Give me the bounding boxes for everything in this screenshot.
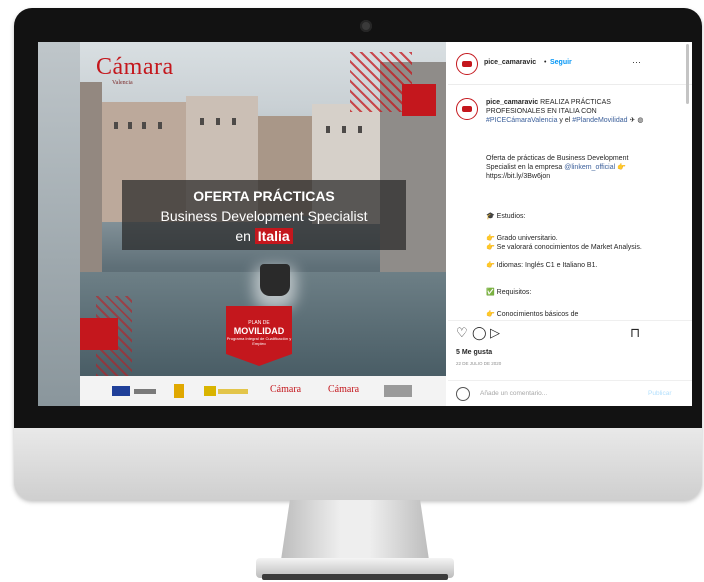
caption-line2: y el <box>557 117 573 124</box>
studies-item: 👉 Se valorará conocimientos de Market An… <box>486 244 642 251</box>
offer-text: Oferta de prácticas de Business Developm… <box>486 154 652 181</box>
share-icon[interactable]: ▷ <box>490 325 500 341</box>
bookmark-icon[interactable]: ⊓ <box>630 325 640 341</box>
mention-link[interactable]: @linkem_official <box>564 164 615 171</box>
scrollbar[interactable] <box>686 44 689 104</box>
requirements-title: ✅ Requisitos: <box>486 289 532 296</box>
separator-dot: • <box>544 59 547 66</box>
requirements-item: 👉 Conocimientos básicos de <box>486 311 579 318</box>
window <box>326 126 330 133</box>
sponsor-logo <box>134 389 156 394</box>
window <box>342 126 346 133</box>
likes-count[interactable]: 5 Me gusta <box>456 349 492 356</box>
monitor-stand-shadow <box>262 574 448 580</box>
follow-button[interactable]: Seguir <box>550 59 572 66</box>
sponsor-logos-strip: Cámara Cámara <box>80 376 446 406</box>
window <box>128 122 132 129</box>
camara-footer-logo: Cámara <box>270 384 302 395</box>
pointing-icon: 👉 <box>617 164 626 171</box>
post-title-line2: Business Development Specialist <box>160 208 368 224</box>
globe-icon: ◍ <box>637 117 644 124</box>
emoji-icon[interactable] <box>456 387 470 401</box>
building <box>80 82 102 272</box>
comment-bar: Añade un comentario... Publicar <box>448 380 692 406</box>
sponsor-logo <box>204 386 216 396</box>
post-title-line1: OFERTA PRÁCTICAS <box>193 188 335 204</box>
webcam <box>360 20 372 32</box>
hashtag-link[interactable]: #PICECámaraValencia <box>486 117 557 124</box>
decor-red-square <box>80 318 118 350</box>
window <box>358 126 362 133</box>
mobility-plan-badge: PLAN DE MOVILIDAD Programa Integral de C… <box>226 306 292 366</box>
window <box>216 118 220 125</box>
hashtag-link[interactable]: #PlandeMovilidad <box>572 117 627 124</box>
caption-username[interactable]: pice_camaravic <box>486 99 538 106</box>
post-sidebar: pice_camaravic • Seguir ··· pice_camarav… <box>448 42 692 406</box>
badge-line2: MOVILIDAD <box>233 326 285 336</box>
username[interactable]: pice_camaravic <box>484 59 536 66</box>
comment-input[interactable]: Añade un comentario... <box>480 390 547 397</box>
camara-logo-subtitle: Valencia <box>112 80 133 86</box>
sponsor-logo <box>174 384 184 398</box>
eu-flag-logo <box>112 386 130 396</box>
publish-button[interactable]: Publicar <box>648 390 671 397</box>
studies-item: 👉 Idiomas: Inglés C1 e Italiano B1. <box>486 262 598 269</box>
screen: Cámara Valencia OFERTA PRÁCTICAS Busines… <box>38 42 692 406</box>
post-header: pice_camaravic • Seguir ··· <box>448 42 692 85</box>
camara-valencia-footer-logo: Cámara <box>328 384 360 395</box>
post-title-line3: en Italia <box>122 228 406 244</box>
studies-item: 👉 Grado universitario. <box>486 235 558 242</box>
badge-line3: Programa Integral de Cualificación y Emp… <box>226 336 292 346</box>
window <box>114 122 118 129</box>
heart-icon[interactable]: ♡ <box>456 325 468 341</box>
window <box>158 122 162 129</box>
comment-icon[interactable]: ◯ <box>472 325 487 341</box>
monitor-stand-neck <box>281 500 429 560</box>
post-image[interactable]: Cámara Valencia OFERTA PRÁCTICAS Busines… <box>80 42 446 406</box>
monitor-chin <box>14 428 702 500</box>
title-prefix: en <box>235 228 255 244</box>
title-highlight: Italia <box>254 228 293 244</box>
decor-red-square <box>402 84 436 116</box>
sponsor-logo <box>218 389 248 394</box>
window <box>142 122 146 129</box>
backdrop-left <box>38 42 80 406</box>
camara-logo: Cámara <box>96 54 174 80</box>
plane-icon: ✈ <box>629 117 636 124</box>
caption-text: pice_camaravic REALIZA PRÁCTICAS PROFESI… <box>486 98 652 125</box>
post-actions: ♡ ◯ ▷ ⊓ 5 Me gusta 22 DE JULIO DE 2020 <box>448 320 692 381</box>
more-options-icon[interactable]: ··· <box>632 57 641 67</box>
studies-title: 🎓 Estudios: <box>486 213 526 220</box>
post-date: 22 DE JULIO DE 2020 <box>456 361 502 366</box>
window <box>232 118 236 125</box>
avatar[interactable] <box>456 53 478 75</box>
boat <box>260 264 290 296</box>
sponsor-logo <box>384 385 412 397</box>
window <box>200 118 204 125</box>
avatar[interactable] <box>456 98 478 120</box>
offer-url: https://bit.ly/3Bw6jon <box>486 173 551 180</box>
